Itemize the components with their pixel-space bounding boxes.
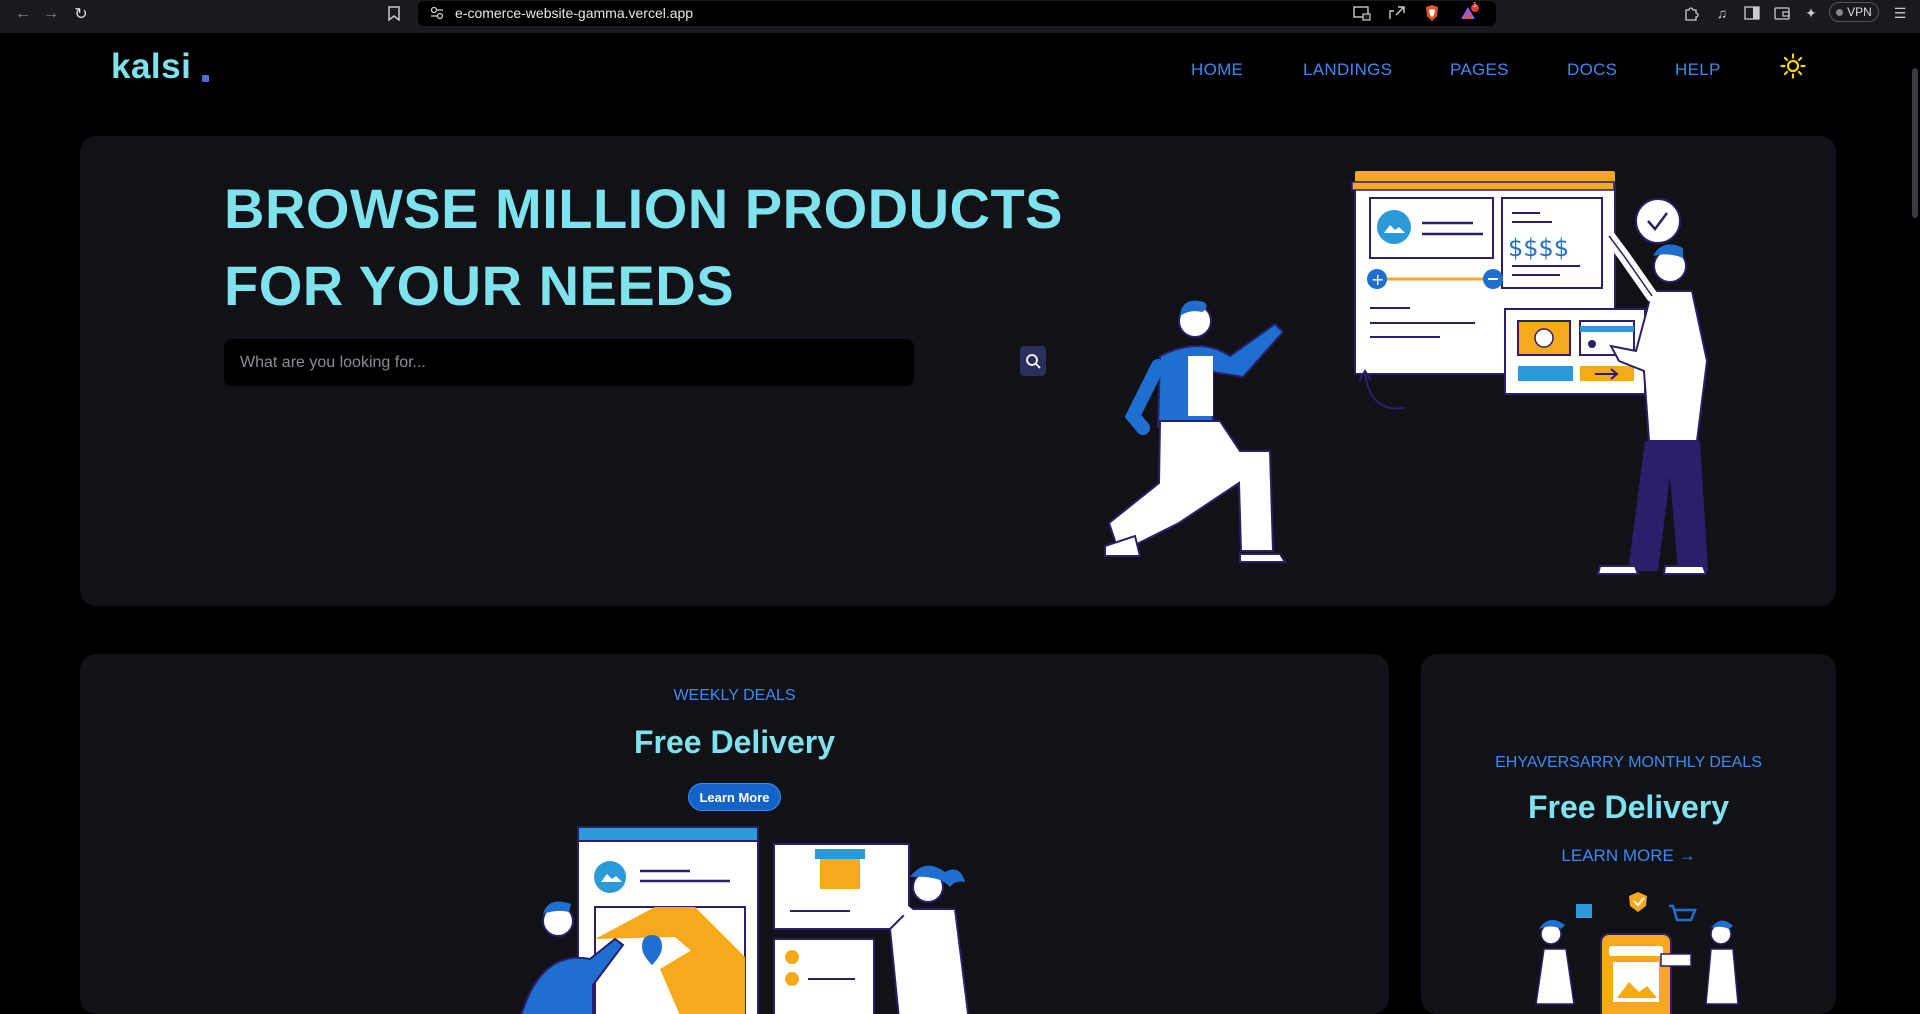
forward-icon[interactable]: → [40,3,62,25]
monthly-deals-eyebrow: EHYAVERSARRY MONTHLY DEALS [1495,754,1762,771]
monthly-deals-title: Free Delivery [1527,789,1729,825]
address-bar[interactable]: e-comerce-website-gamma.vercel.app 1 [418,1,1496,26]
leo-ai-icon[interactable]: ✦ [1800,3,1822,23]
vpn-button[interactable]: VPN [1829,2,1879,22]
brave-shield-icon[interactable] [1424,4,1440,27]
url-text: e-comerce-website-gamma.vercel.app [455,5,694,21]
hero-title-line-1: BROWSE MILLION PRODUCTS [224,177,1064,240]
arrow-right-icon: → [1678,846,1696,865]
nav-pages[interactable]: PAGES [1450,60,1509,80]
wallet-icon[interactable] [1771,3,1793,23]
weekly-deals-eyebrow: WEEKLY DEALS [673,687,796,704]
search-button[interactable] [1020,346,1046,376]
share-icon[interactable] [1388,5,1406,26]
search-input[interactable] [240,339,840,386]
cast-icon[interactable] [1353,5,1371,26]
hero-title-line-2: FOR YOUR NEEDS [224,254,735,317]
nav-home[interactable]: HOME [1191,60,1243,80]
shopping-illustration [1535,892,1739,1014]
logo-dot [202,75,209,82]
site-logo[interactable]: kalsi [111,47,191,87]
browser-chrome: ← → ↻ e-comerce-website-gamma.vercel.app… [0,0,1920,33]
site-settings-icon[interactable] [430,6,444,25]
extensions-icon[interactable] [1680,3,1702,23]
sidebar-icon[interactable] [1741,3,1763,23]
nav-landings[interactable]: LANDINGS [1303,60,1392,80]
page: kalsi HOME LANDINGS PAGES DOCS HELP BROW… [0,33,1920,1014]
hero-section: BROWSE MILLION PRODUCTS FOR YOUR NEEDS W… [80,136,1836,606]
vpn-label: VPN [1847,5,1872,19]
back-icon[interactable]: ← [12,3,34,25]
price-dollar-text: $$$$ [1508,234,1569,262]
search-bar [224,339,1046,386]
hero-title: BROWSE MILLION PRODUCTS FOR YOUR NEEDS [224,170,1104,324]
weekly-deals-title: Free Delivery [633,724,835,760]
page-scrollbar[interactable] [1912,68,1918,218]
nav-help[interactable]: HELP [1675,60,1721,80]
reload-icon[interactable]: ↻ [70,3,92,25]
vpn-status-dot [1836,8,1844,16]
bookmark-icon[interactable] [383,3,405,23]
notification-count: 1 [1473,2,1477,9]
monthly-deals-card: EHYAVERSARRY MONTHLY DEALS Free Delivery… [1421,654,1836,1014]
search-icon [1026,354,1041,369]
menu-icon[interactable]: ☰ [1889,3,1911,23]
monthly-learn-more-link[interactable]: LEARN MORE → [1421,846,1836,866]
learn-more-button[interactable]: Learn More [688,783,781,811]
monthly-learn-more-label: LEARN MORE [1561,846,1674,865]
music-icon[interactable]: ♫ [1711,3,1733,23]
nav-docs[interactable]: DOCS [1567,60,1617,80]
svg-text:+: + [1371,270,1384,289]
theme-toggle-sun-icon[interactable] [1780,53,1806,79]
weekly-deals-card: WEEKLY DEALS Free Delivery Learn More [80,654,1389,1014]
hero-illustration: $$$$ + [1104,171,1709,575]
delivery-illustration [520,826,970,1014]
